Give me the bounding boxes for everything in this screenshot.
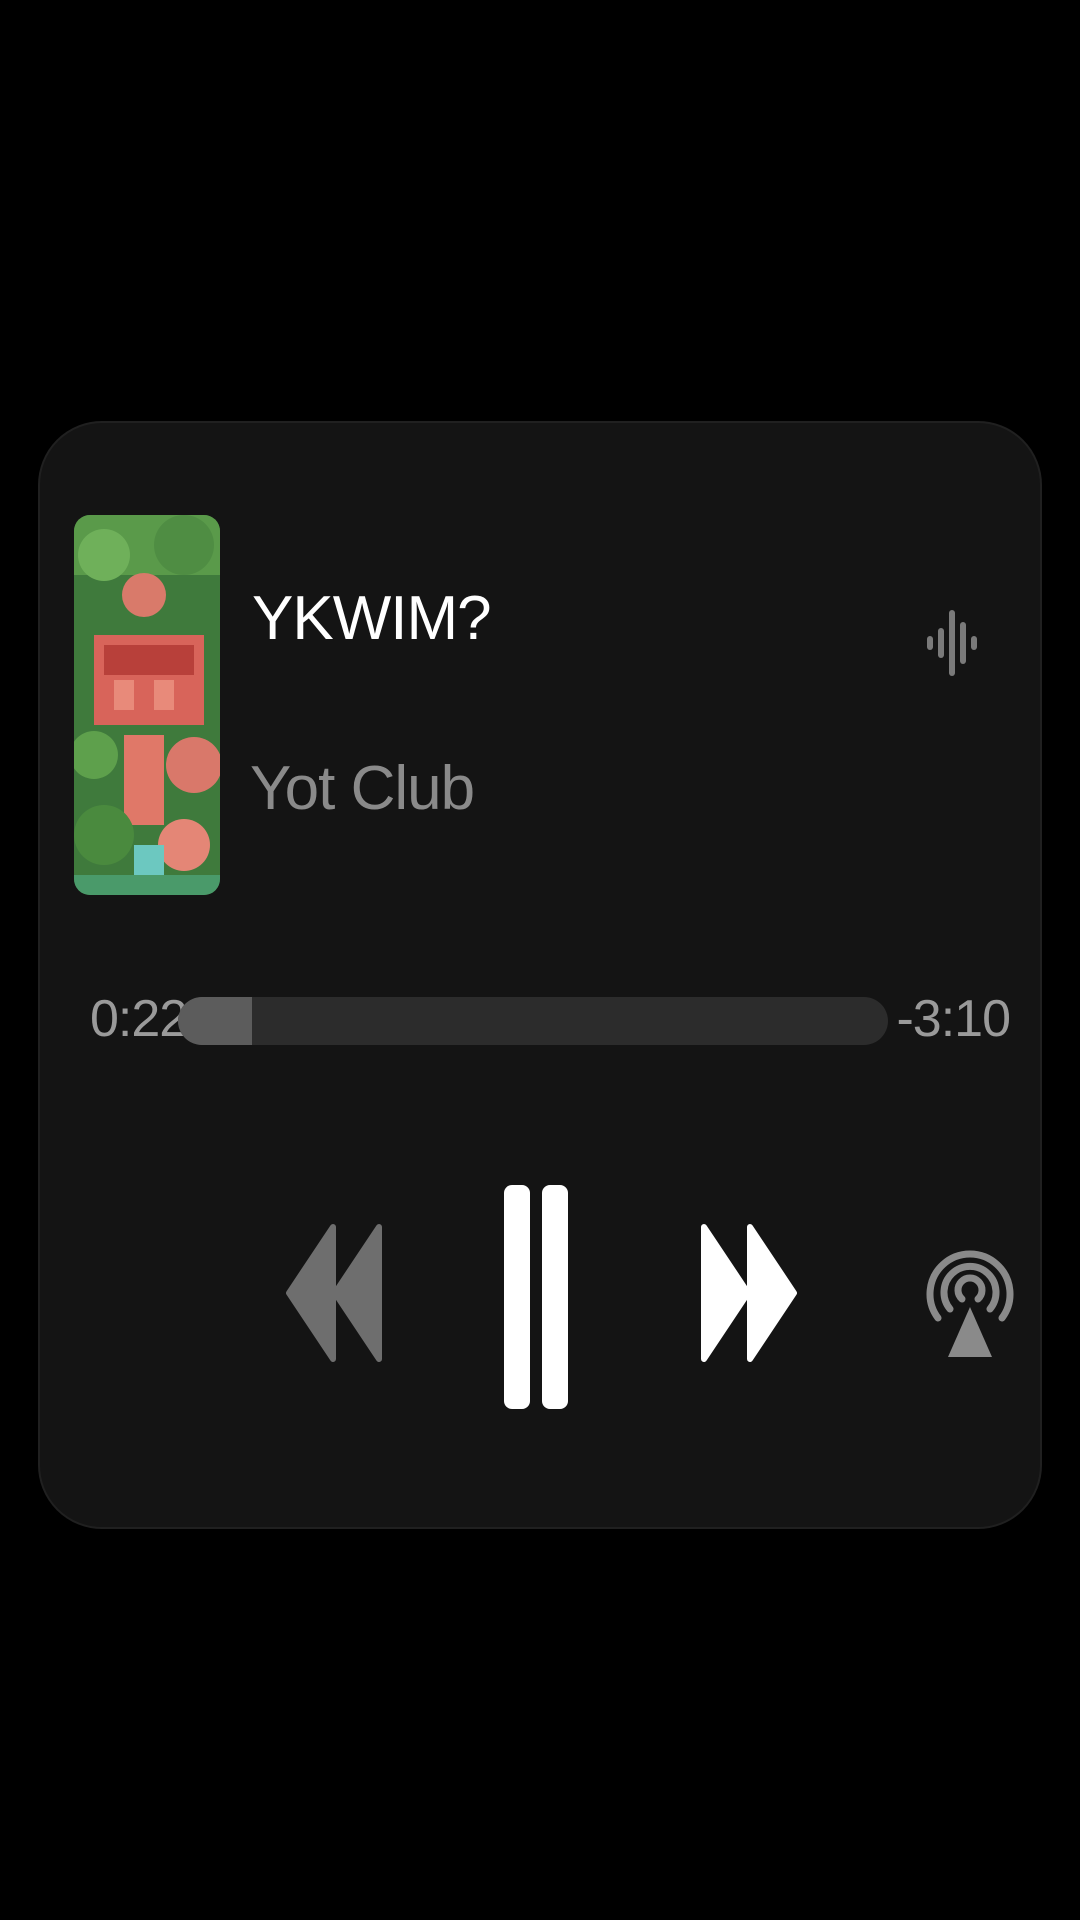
track-title: YKWIM? bbox=[252, 584, 492, 653]
screen: YKWIM? Yot Club 0:22 -3:10 bbox=[0, 0, 1080, 1920]
pause-button[interactable] bbox=[502, 1183, 572, 1411]
rewind-button[interactable] bbox=[285, 1223, 385, 1363]
airplay-icon bbox=[926, 1250, 1014, 1357]
now-playing-card: YKWIM? Yot Club 0:22 -3:10 bbox=[38, 421, 1042, 1529]
airplay-button[interactable] bbox=[920, 1223, 1020, 1363]
waveform-icon[interactable] bbox=[925, 608, 981, 678]
album-artwork-image bbox=[74, 515, 220, 895]
pause-icon bbox=[504, 1185, 568, 1409]
elapsed-time: 0:22 bbox=[90, 990, 188, 1048]
progress-fill bbox=[178, 997, 252, 1045]
remaining-time: -3:10 bbox=[896, 990, 1011, 1048]
track-artist[interactable]: Yot Club bbox=[250, 753, 475, 824]
album-artwork[interactable] bbox=[74, 515, 220, 895]
rewind-icon bbox=[286, 1224, 382, 1362]
forward-button[interactable] bbox=[700, 1223, 800, 1363]
progress-bar[interactable] bbox=[178, 997, 888, 1045]
fast-forward-icon bbox=[701, 1224, 797, 1362]
